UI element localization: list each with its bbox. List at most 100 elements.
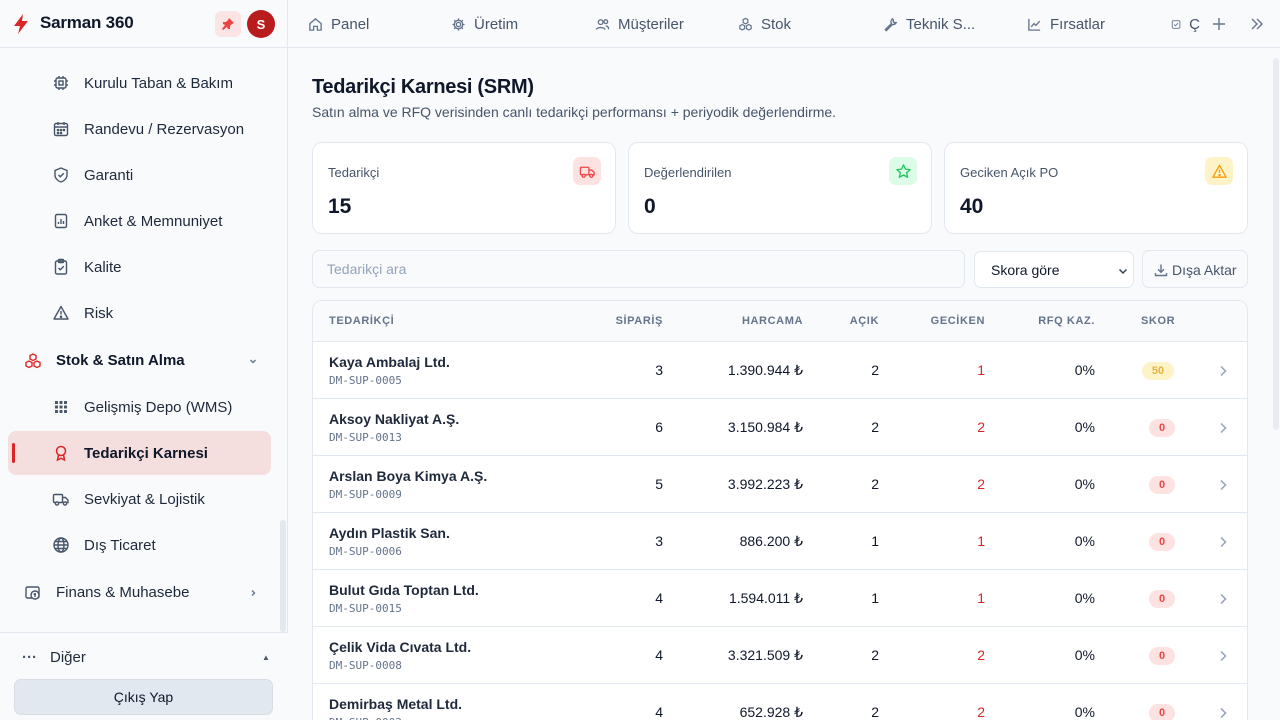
chevron-right-icon[interactable] <box>1218 592 1228 606</box>
late-count: 2 <box>977 476 985 492</box>
award-icon <box>55 445 67 462</box>
double-chevron-right-icon[interactable] <box>1249 16 1265 32</box>
spend-amount: 3.150.984 ₺ <box>727 419 803 435</box>
chevron-right-icon[interactable] <box>1218 364 1228 378</box>
score-badge: 0 <box>1149 476 1175 494</box>
main-content: Tedarikçi Karnesi (SRM) Satın alma ve RF… <box>288 48 1280 720</box>
tab-label: Ç <box>1189 15 1200 33</box>
supplier-name: Demirbaş Metal Ltd. <box>329 696 463 712</box>
tab-customers[interactable]: Müşteriler <box>595 0 684 47</box>
orders-count: 3 <box>655 362 663 378</box>
search-input[interactable] <box>327 251 964 287</box>
export-label: Dışa Aktar <box>1172 262 1237 278</box>
table-row[interactable]: Demirbaş Metal Ltd. DM-SUP-0003 4 652.928 ₺… <box>313 684 1247 720</box>
table-row[interactable]: Aydın Plastik San. DM-SUP-0006 3 886.200 ₺ 1… <box>313 513 1247 570</box>
column-header-orders[interactable]: SİPARİŞ <box>616 315 663 327</box>
chevron-right-icon[interactable] <box>1218 649 1228 663</box>
survey-icon <box>54 213 68 229</box>
table-row[interactable]: Kaya Ambalaj Ltd. DM-SUP-0005 3 1.390.944 ₺… <box>313 342 1247 399</box>
sidebar-item-supplier-scorecard[interactable]: Tedarikçi Karnesi <box>8 431 271 475</box>
truck-icon <box>52 493 69 506</box>
table-row[interactable]: Arslan Boya Kimya A.Ş. DM-SUP-0009 5 3.992.… <box>313 456 1247 513</box>
add-tab-icon[interactable] <box>1211 16 1227 32</box>
pin-button[interactable] <box>215 11 241 37</box>
home-icon <box>309 17 322 31</box>
boxes-icon <box>739 17 752 31</box>
chevron-right-icon[interactable] <box>1218 421 1228 435</box>
tab-production[interactable]: Üretim <box>451 0 519 47</box>
sidebar-group-stock[interactable]: Stok & Satın Alma <box>0 339 280 383</box>
brand-header: Sarman 360 S <box>0 0 288 48</box>
open-count: 2 <box>871 419 879 435</box>
sidebar-item-risk[interactable]: Risk <box>0 291 280 335</box>
table-row[interactable]: Bulut Gıda Toptan Ltd. DM-SUP-0015 4 1.594.… <box>313 570 1247 627</box>
open-count: 2 <box>871 476 879 492</box>
chevron-right-icon[interactable] <box>1218 478 1228 492</box>
stat-label: Geciken Açık PO <box>960 165 1059 180</box>
sidebar: Sarman 360 S Kurulu Taban & Bakım Randev… <box>0 0 288 720</box>
sidebar-group-finance[interactable]: Finans & Muhasebe <box>0 571 280 615</box>
column-header-score[interactable]: SKOR <box>1141 315 1175 327</box>
late-count: 2 <box>977 419 985 435</box>
orders-count: 4 <box>655 647 663 663</box>
export-button[interactable]: Dışa Aktar <box>1142 250 1248 288</box>
stat-label: Tedarikçi <box>328 165 380 180</box>
sidebar-item-label: Randevu / Rezervasyon <box>84 121 245 138</box>
tab-label: Panel <box>331 15 370 33</box>
checkbox-icon <box>1171 19 1181 29</box>
open-count: 2 <box>871 362 879 378</box>
sort-select[interactable]: Skora göre <box>974 251 1134 288</box>
column-header-open[interactable]: AÇIK <box>850 315 879 327</box>
score-badge: 0 <box>1149 704 1175 720</box>
orders-count: 4 <box>655 704 663 720</box>
other-section-toggle[interactable]: ··· Diğer <box>22 649 86 666</box>
page-title: Tedarikçi Karnesi (SRM) <box>312 76 534 98</box>
column-header-late[interactable]: GECİKEN <box>931 315 985 327</box>
late-count: 1 <box>977 362 985 378</box>
supplier-search[interactable] <box>312 250 965 288</box>
sidebar-item-label: Kalite <box>84 259 122 276</box>
sidebar-group-label: Finans & Muhasebe <box>56 584 190 601</box>
stat-card-suppliers: Tedarikçi 15 <box>312 142 616 234</box>
tab-truncated[interactable]: Ç <box>1171 0 1200 47</box>
sidebar-item-shipping[interactable]: Sevkiyat & Lojistik <box>0 477 280 521</box>
column-header-spend[interactable]: HARCAMA <box>742 315 803 327</box>
sidebar-item-survey[interactable]: Anket & Memnuniyet <box>0 199 280 243</box>
score-badge: 50 <box>1142 362 1174 380</box>
rfq-win-rate: 0% <box>1074 476 1095 492</box>
open-count: 2 <box>871 704 879 720</box>
column-header-supplier[interactable]: TEDARİKÇİ <box>329 315 394 327</box>
tab-label: Üretim <box>474 15 519 33</box>
sidebar-item-installed-base[interactable]: Kurulu Taban & Bakım <box>0 61 280 105</box>
warning-icon <box>1205 157 1233 185</box>
logout-button[interactable]: Çıkış Yap <box>14 679 273 715</box>
chevron-right-icon[interactable] <box>1218 706 1228 720</box>
other-label: Diğer <box>50 649 86 666</box>
tab-opportunities[interactable]: Fırsatlar <box>1027 0 1105 47</box>
sidebar-item-foreign-trade[interactable]: Dış Ticaret <box>0 523 280 567</box>
truck-icon <box>573 157 601 185</box>
supplier-table: TEDARİKÇİ SİPARİŞ HARCAMA AÇIK GECİKEN R… <box>312 300 1248 720</box>
late-count: 1 <box>977 590 985 606</box>
tab-stock[interactable]: Stok <box>738 0 791 47</box>
user-avatar[interactable]: S <box>247 10 275 38</box>
caret-up-icon: ▲ <box>262 653 270 662</box>
sidebar-item-quality[interactable]: Kalite <box>0 245 280 289</box>
open-count: 2 <box>871 647 879 663</box>
chevron-right-icon[interactable] <box>1218 535 1228 549</box>
calendar-icon <box>53 122 69 137</box>
supplier-name: Çelik Vida Cıvata Ltd. <box>329 639 472 655</box>
top-tabs-bar: Panel Üretim Müşteriler Stok Teknik S...… <box>288 0 1280 48</box>
sidebar-item-warranty[interactable]: Garanti <box>0 153 280 197</box>
sidebar-item-appointments[interactable]: Randevu / Rezervasyon <box>0 107 280 151</box>
coins-icon <box>25 586 40 600</box>
sidebar-scrollbar[interactable] <box>280 520 286 632</box>
column-header-rfq-won[interactable]: RFQ KAZ. <box>1038 315 1095 327</box>
table-row[interactable]: Aksoy Nakliyat A.Ş. DM-SUP-0013 6 3.150.984… <box>313 399 1247 456</box>
sidebar-item-wms[interactable]: Gelişmiş Depo (WMS) <box>0 385 280 429</box>
table-row[interactable]: Çelik Vida Cıvata Ltd. DM-SUP-0008 4 3.321.… <box>313 627 1247 684</box>
page-scrollbar[interactable] <box>1273 58 1279 430</box>
tab-panel[interactable]: Panel <box>308 0 370 47</box>
warning-icon <box>53 305 69 320</box>
tab-technical-service[interactable]: Teknik S... <box>883 0 975 47</box>
